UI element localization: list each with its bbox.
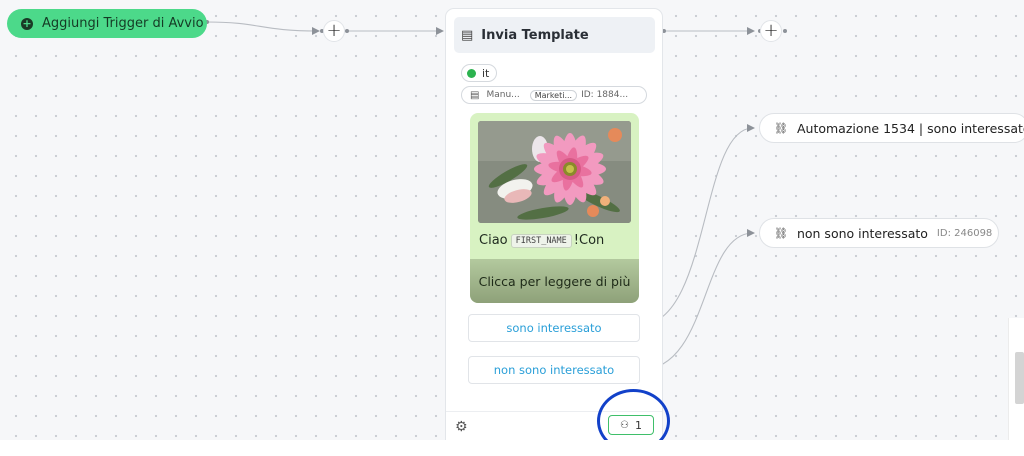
quick-reply-label: non sono interessato [493,363,615,377]
bottom-bar [0,440,1024,456]
scrollbar-thumb[interactable] [1015,352,1024,404]
cta-button: Clicca per leggere di più [470,259,639,303]
arrow-head-2 [436,27,444,35]
output-node-automation[interactable]: ⛓ Automazione 1534 | sono interessato [759,113,1024,143]
trigger-label: Aggiungi Trigger di Avvio [42,16,204,31]
template-icon: ▤ [461,27,474,43]
language-label: it [482,66,490,80]
template-meta[interactable]: ▤ Manu... Marketi... ID: 1884... [461,86,647,104]
plus-icon: + [326,20,342,41]
plus-icon: + [763,20,779,41]
message-rest: !Con [573,233,605,248]
arrow-head-3 [747,27,755,35]
flow-canvas[interactable]: + Aggiungi Trigger di Avvio + + ▤ Invia … [0,0,1024,440]
arrow-head-4 [747,124,755,132]
template-icon: ▤ [470,89,480,101]
template-name: Manu... [486,90,520,100]
plus-circle-icon: + [21,16,33,30]
wire-trigger-to-add [206,21,319,32]
node-header[interactable]: ▤ Invia Template [454,17,655,53]
cta-label: Clicca per leggere di più [478,273,631,289]
send-template-node[interactable]: ▤ Invia Template it ▤ Manu... Marketi...… [445,8,663,440]
quick-reply-label: sono interessato [506,321,602,335]
arrow-head-5 [747,229,755,237]
arrow-head-1 [312,27,320,35]
link-icon: ⛓ [774,121,788,135]
variable-chip: FIRST_NAME [510,233,572,248]
category-badge: Marketi... [529,89,578,101]
output-label: non sono interessato [796,225,928,241]
output-id: ID: 246098 [936,227,993,239]
port-dot [345,29,349,33]
add-next-step-button[interactable]: + [760,20,782,42]
flower-image [478,121,631,223]
message-greeting: Ciao [479,233,508,248]
output-label: Automazione 1534 | sono interessato [796,120,1024,136]
message-preview: Ciao FIRST_NAME !Con Clicca per leggere … [470,113,639,303]
quick-reply-not-interested[interactable]: non sono interessato [468,356,640,384]
status-dot [467,68,476,78]
language-badge: it [461,64,498,82]
add-step-button[interactable]: + [323,20,345,42]
output-node-not-interested[interactable]: ⛓ non sono interessato ID: 246098 [759,218,999,248]
node-title: Invia Template [481,27,589,43]
port-dot [783,29,787,33]
gear-icon[interactable]: ⚙ [455,419,468,435]
quick-reply-interested[interactable]: sono interessato [468,314,640,342]
template-id: ID: 1884... [581,90,629,100]
add-start-trigger-button[interactable]: + Aggiungi Trigger di Avvio [7,9,207,38]
message-body: Ciao FIRST_NAME !Con [479,233,604,248]
link-icon: ⛓ [774,226,788,240]
